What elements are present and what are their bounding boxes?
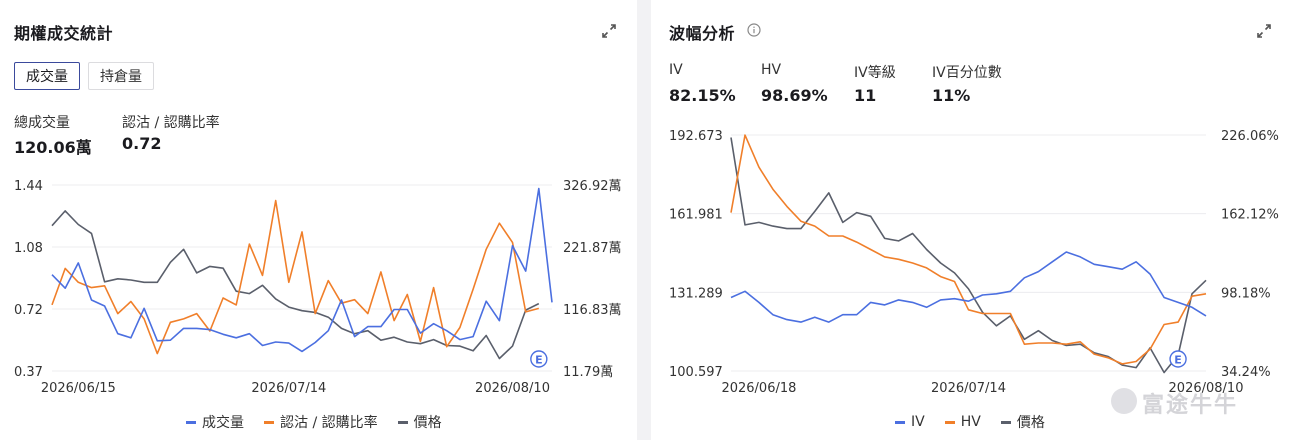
legend-item-price[interactable]: 價格	[1000, 412, 1045, 432]
earnings-marker-label: E	[1174, 354, 1182, 367]
y-left-tick-label: 0.72	[14, 303, 43, 318]
legend-item-hv[interactable]: HV	[944, 414, 981, 430]
series-line	[730, 137, 1207, 374]
y-left-tick-label: 1.44	[14, 179, 43, 194]
legend-item-put-call-ratio[interactable]: 認沽 / 認購比率	[264, 412, 378, 432]
x-tick-label: 2026/06/15	[41, 381, 116, 396]
watermark-logo-icon	[1111, 388, 1137, 414]
y-left-tick-label: 100.597	[669, 365, 723, 380]
legend-swatch	[397, 420, 408, 424]
x-tick-label: 2026/08/10	[475, 381, 550, 396]
volume-chart: 1.44 326.92萬 1.08 221.87萬 0.72 116.83萬 0.37 11.…	[14, 179, 622, 396]
x-tick-label: 2026/06/18	[721, 381, 796, 396]
watermark: 富途牛牛	[1142, 393, 1239, 418]
legend-label: 價格	[413, 415, 442, 431]
y-right-tick-label: 226.06%	[1221, 129, 1279, 144]
y-left-tick-label: 161.981	[669, 208, 723, 223]
legend-swatch	[895, 420, 905, 424]
y-left-tick-label: 1.08	[14, 241, 43, 256]
legend-swatch	[944, 420, 955, 424]
y-right-tick-label: 162.12%	[1221, 208, 1279, 223]
series-line	[730, 251, 1207, 323]
legend-swatch	[1000, 420, 1011, 424]
legend-item-volume[interactable]: 成交量	[186, 412, 244, 432]
legend-label: IV	[911, 414, 925, 430]
y-right-tick-label: 116.83萬	[563, 303, 622, 318]
series-line	[730, 134, 1207, 365]
series-line	[51, 199, 540, 355]
y-left-tick-label: 192.673	[669, 129, 723, 144]
x-tick-label: 2026/07/14	[251, 381, 326, 396]
volatility-chart-legend: IV HV 價格	[895, 412, 1065, 432]
volatility-chart: 192.673 226.06% 161.981 162.12% 131.289 98.18…	[669, 129, 1279, 396]
legend-label: 成交量	[202, 415, 244, 431]
legend-label: 價格	[1016, 415, 1045, 431]
volume-stats-card: 期權成交統計 成交量 持倉量 總成交量 120.06萬 認沽 / 認購比率 0.…	[0, 0, 637, 440]
earnings-marker-label: E	[535, 354, 543, 367]
y-left-tick-label: 0.37	[14, 365, 43, 380]
legend-item-iv[interactable]: IV	[895, 414, 925, 430]
y-left-tick-label: 131.289	[669, 286, 723, 301]
legend-swatch	[264, 420, 274, 424]
legend-item-price[interactable]: 價格	[397, 412, 442, 432]
y-right-tick-label: 98.18%	[1221, 286, 1271, 301]
y-right-tick-label: 11.79萬	[563, 365, 613, 380]
series-line	[51, 187, 553, 353]
y-right-tick-label: 221.87萬	[563, 241, 622, 256]
volume-chart-legend: 成交量 認沽 / 認購比率 價格	[186, 412, 462, 432]
legend-label: HV	[960, 414, 981, 430]
x-tick-label: 2026/07/14	[931, 381, 1006, 396]
volatility-analysis-card: 波幅分析 IV 82.15% HV 98.69% IV等級 11 IV百分位數 …	[651, 0, 1292, 440]
legend-swatch	[186, 420, 196, 424]
legend-label: 認沽 / 認購比率	[280, 415, 378, 431]
y-right-tick-label: 34.24%	[1221, 365, 1271, 380]
y-right-tick-label: 326.92萬	[563, 179, 622, 194]
